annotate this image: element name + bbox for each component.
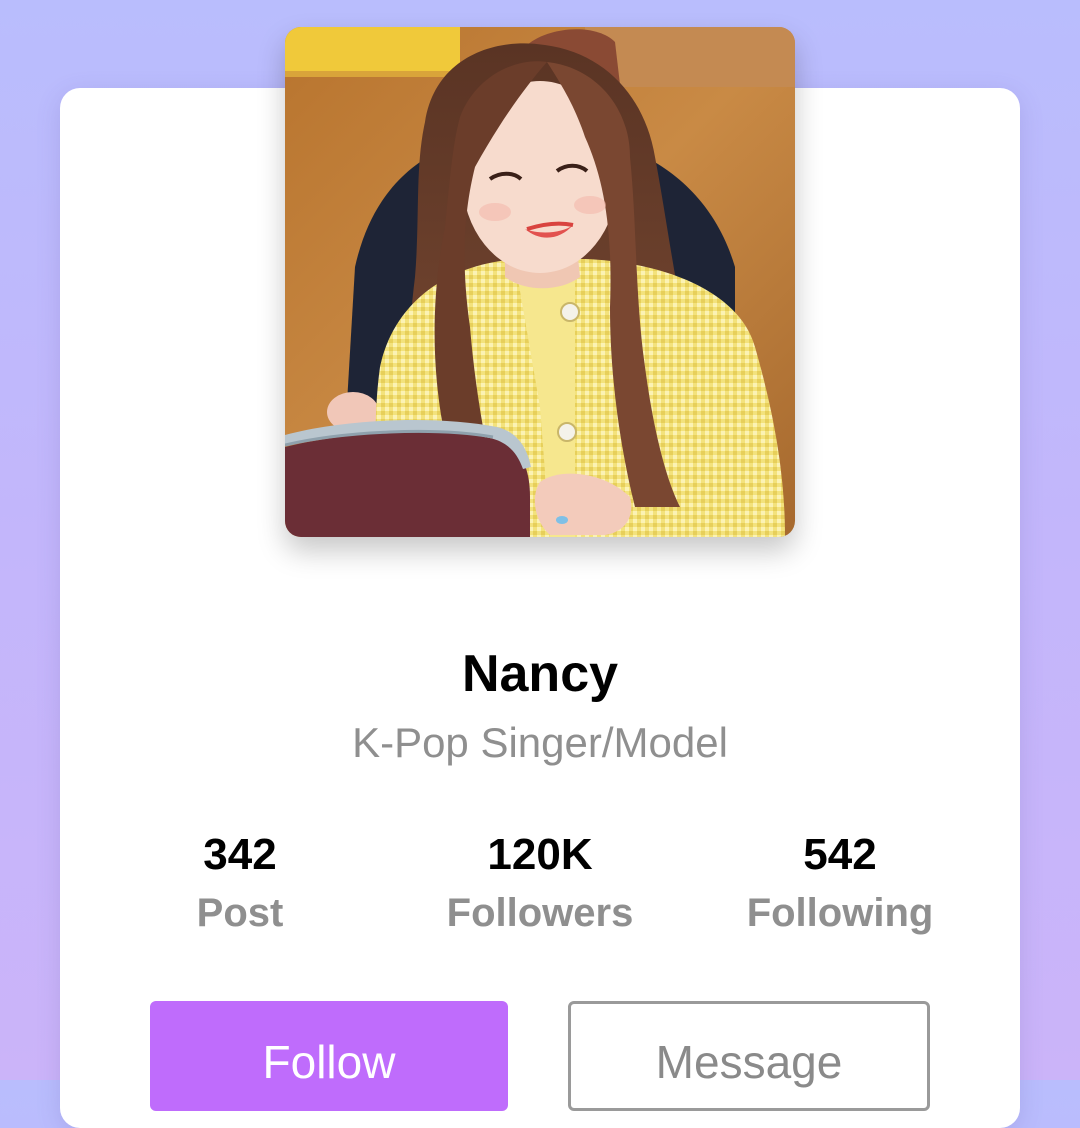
profile-role: K-Pop Singer/Model: [352, 719, 728, 766]
stat-posts[interactable]: 342 Post: [90, 826, 390, 942]
message-button-label: Message: [655, 1036, 843, 1088]
stat-followers-value: 120K: [487, 830, 593, 879]
stat-posts-label: Post: [196, 891, 284, 935]
profile-name: Nancy: [461, 645, 619, 703]
stat-posts-value: 342: [203, 830, 277, 879]
follow-button-label: Follow: [262, 1036, 396, 1088]
profile-photo[interactable]: [285, 27, 795, 537]
message-button[interactable]: Message: [568, 1001, 930, 1111]
stat-followers-label: Followers: [446, 891, 634, 935]
profile-photo-image: [285, 27, 795, 537]
stat-following-label: Following: [746, 891, 934, 935]
stat-following-value: 542: [803, 830, 877, 879]
stat-followers[interactable]: 120K Followers: [390, 826, 690, 942]
profile-stats: 342 Post 120K Followers 542 Following: [90, 826, 990, 946]
stat-following[interactable]: 542 Following: [690, 826, 990, 942]
follow-button[interactable]: Follow: [150, 1001, 508, 1111]
